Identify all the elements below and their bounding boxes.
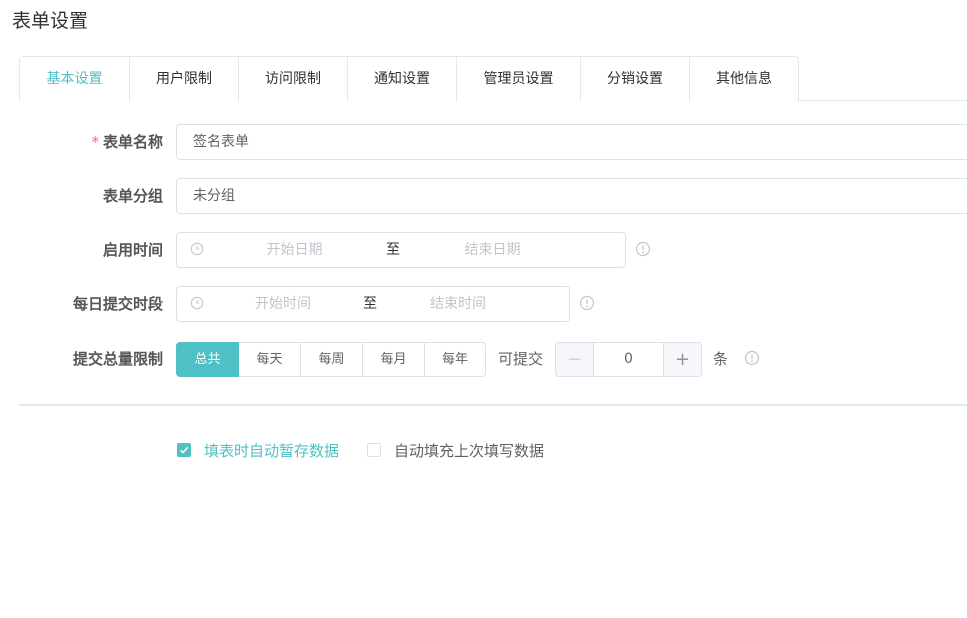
tab-access-limits[interactable]: 访问限制	[238, 57, 347, 102]
daily-period-label: 每日提交时段	[72, 295, 163, 313]
period-radio-group: 总共 每天 每周 每月 每年	[176, 342, 486, 377]
tab-user-limits[interactable]: 用户限制	[129, 57, 238, 102]
form-group-value: 未分组	[193, 188, 235, 204]
tab-notification-settings[interactable]: 通知设置	[347, 57, 456, 102]
checkmark-icon	[179, 446, 189, 454]
info-circle-icon[interactable]	[579, 295, 595, 311]
clock-icon	[190, 296, 204, 310]
info-circle-icon[interactable]	[744, 350, 760, 366]
decrement-button[interactable]: −	[556, 343, 594, 376]
start-date-placeholder[interactable]: 开始日期	[237, 233, 352, 267]
end-date-placeholder[interactable]: 结束日期	[435, 233, 550, 267]
period-weekly-button[interactable]: 每周	[301, 342, 363, 377]
tab-strip: 基本设置 用户限制 访问限制 通知设置 管理员设置 分销设置 其他信息	[19, 56, 799, 103]
settings-tabs: 基本设置 用户限制 访问限制 通知设置 管理员设置 分销设置 其他信息	[19, 56, 967, 103]
required-mark: *	[91, 133, 99, 151]
period-monthly-button[interactable]: 每月	[363, 342, 425, 377]
page-title: 表单设置	[12, 10, 89, 32]
period-total-button[interactable]: 总共	[176, 342, 239, 377]
tab-admin-settings[interactable]: 管理员设置	[456, 57, 580, 102]
auto-save-label[interactable]: 填表时自动暂存数据	[204, 440, 339, 461]
daily-time-range-picker[interactable]: 开始时间 至 结束时间	[176, 286, 570, 322]
form-group-select[interactable]: 未分组	[176, 178, 967, 214]
form-group-label: 表单分组	[102, 187, 163, 205]
clock-icon	[190, 242, 204, 256]
submit-limit-label: 提交总量限制	[72, 350, 163, 368]
end-time-placeholder[interactable]: 结束时间	[402, 287, 514, 321]
increment-button[interactable]: +	[663, 343, 701, 376]
range-separator: 至	[363, 296, 377, 312]
quantity-stepper: − 0 +	[555, 342, 702, 377]
tab-basic-settings[interactable]: 基本设置	[20, 57, 129, 103]
auto-save-checkbox[interactable]	[177, 443, 191, 457]
range-separator: 至	[386, 242, 400, 258]
tab-distribution-settings[interactable]: 分销设置	[580, 57, 689, 102]
auto-fill-checkbox[interactable]	[367, 443, 381, 457]
auto-fill-label[interactable]: 自动填充上次填写数据	[394, 440, 544, 461]
form-name-label-text: 表单名称	[102, 133, 163, 151]
enable-time-label: 启用时间	[102, 241, 163, 259]
form-name-label: * 表单名称	[91, 131, 163, 152]
period-daily-button[interactable]: 每天	[239, 342, 301, 377]
period-yearly-button[interactable]: 每年	[425, 342, 486, 377]
form-name-value: 签名表单	[193, 134, 249, 150]
form-name-input[interactable]: 签名表单	[176, 124, 967, 160]
tab-other-info[interactable]: 其他信息	[689, 57, 798, 102]
info-circle-icon[interactable]	[635, 241, 651, 257]
unit-text: 条	[713, 350, 729, 368]
start-time-placeholder[interactable]: 开始时间	[227, 287, 339, 321]
section-divider	[19, 404, 967, 406]
quantity-input[interactable]: 0	[593, 343, 664, 376]
enable-date-range-picker[interactable]: 开始日期 至 结束日期	[176, 232, 626, 268]
can-submit-text: 可提交	[498, 350, 544, 368]
